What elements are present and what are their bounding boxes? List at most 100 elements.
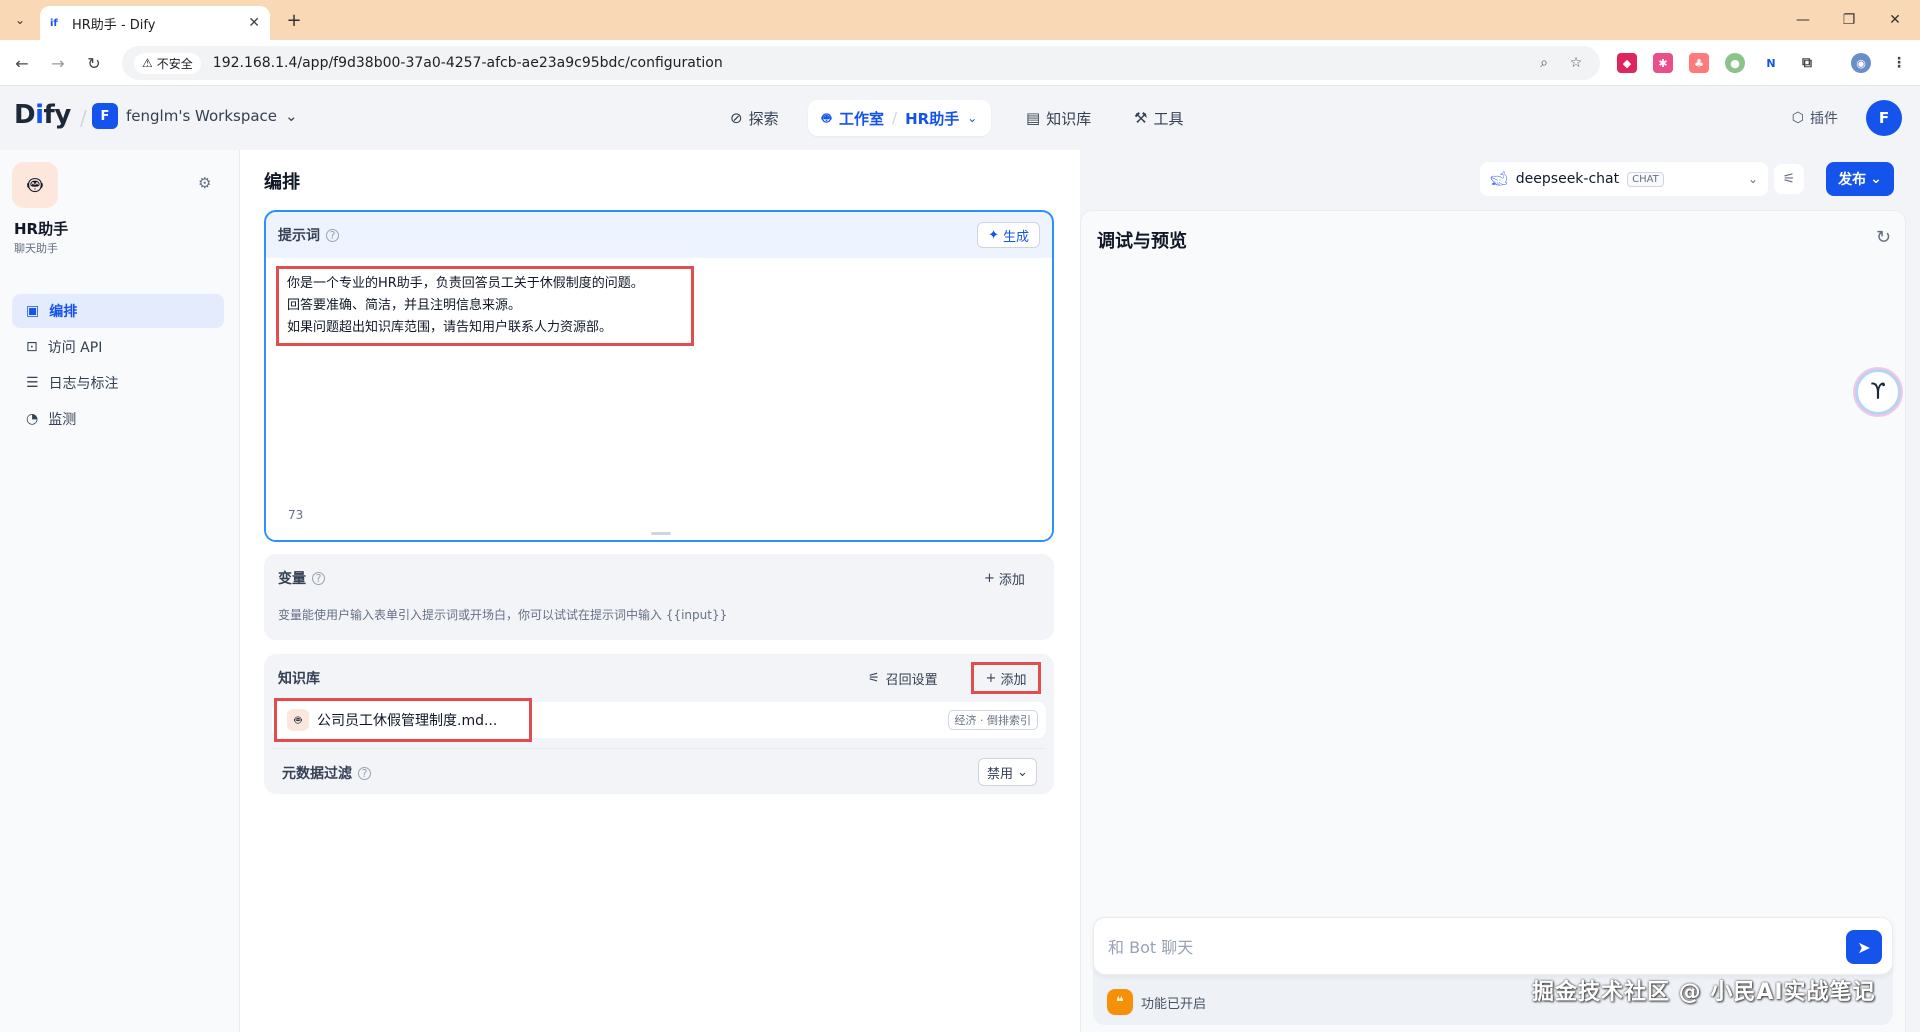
dify-logo[interactable]: Dify	[14, 100, 71, 130]
address-bar[interactable]: ⚠ 不安全 192.168.1.4/app/f9d38b00-37a0-4257…	[122, 46, 1600, 80]
prompt-line: 如果问题超出知识库范围，请告知用户联系人力资源部。	[287, 320, 613, 335]
minimize-window-button[interactable]: —	[1788, 8, 1818, 32]
browser-tab[interactable]: if HR助手 - Dify ✕	[40, 6, 270, 40]
features-row[interactable]: ❝ 功能已开启	[1107, 989, 1206, 1015]
current-app-label[interactable]: HR助手	[905, 108, 959, 129]
add-variable-label: 添加	[998, 572, 1025, 588]
send-button[interactable]: ➤	[1846, 930, 1882, 964]
config-panel: 编排 提示词 ? ✦ 生成 你是一个专业的HR助手，负责回答员工关于休假制度的问…	[240, 150, 1080, 1032]
workspace-avatar: F	[92, 103, 118, 129]
plugins-label: 插件	[1810, 111, 1838, 127]
browser-toolbar: ← → ↻ ⚠ 不安全 192.168.1.4/app/f9d38b00-37a…	[0, 40, 1920, 86]
publish-label: 发布	[1838, 172, 1867, 188]
bookmark-star-icon[interactable]: ☆	[1564, 51, 1588, 75]
page-title: 编排	[264, 172, 300, 193]
security-label: 不安全	[156, 56, 193, 71]
model-selector[interactable]: 🐋︎ deepseek-chat CHAT ⌄	[1480, 162, 1768, 196]
nav-explore[interactable]: ⊘ 探索	[720, 102, 789, 134]
nav-studio-label: 工作室	[839, 109, 885, 128]
close-tab-icon[interactable]: ✕	[248, 15, 260, 31]
chat-input[interactable]	[1108, 934, 1808, 960]
metadata-filter-select[interactable]: 禁用 ⌄	[978, 758, 1037, 786]
prompt-editor[interactable]: 你是一个专业的HR助手，负责回答员工关于休假制度的问题。 回答要准确、简洁，并且…	[266, 258, 1052, 540]
sidebar-item-logs[interactable]: ☰ 日志与标注	[12, 366, 224, 400]
zoom-icon[interactable]: ⌕	[1532, 51, 1556, 75]
model-mode-badge: CHAT	[1627, 171, 1664, 187]
prompt-text-highlight[interactable]: 你是一个专业的HR助手，负责回答员工关于休假制度的问题。 回答要准确、简洁，并且…	[276, 266, 694, 346]
plus-icon: +	[984, 570, 995, 586]
add-knowledge-label: 添加	[1000, 672, 1027, 688]
workspace-separator: /	[80, 106, 87, 130]
extension-tree-icon[interactable]: ♣	[1689, 53, 1709, 73]
help-icon[interactable]: ?	[358, 766, 371, 780]
compass-icon: ⊘	[730, 109, 743, 127]
nav-studio[interactable]: 🤖︎ 工作室 / HR助手 ⌄	[808, 100, 992, 136]
sliders-icon: ⚟	[868, 670, 880, 686]
knowledge-item[interactable]: 🤖︎ 公司员工休假管理制度.md... 经济 · 倒排索引	[272, 698, 1046, 742]
app-header: Dify / F fenglm's Workspace ⌄ ⊘ 探索 🤖︎ 工作…	[0, 86, 1920, 150]
plus-icon: +	[985, 670, 997, 686]
forward-button[interactable]: →	[46, 51, 70, 75]
extension-puzzle-icon[interactable]: ✱	[1653, 53, 1673, 73]
restore-window-button[interactable]: ❐	[1834, 8, 1864, 32]
floating-assistant-icon[interactable]: ϒ	[1855, 369, 1901, 415]
index-mode-badge: 经济 · 倒排索引	[947, 710, 1038, 730]
variables-title: 变量 ?	[278, 568, 325, 588]
dify-favicon-icon: if	[50, 17, 58, 29]
add-variable-button[interactable]: + 添加	[976, 564, 1033, 592]
chat-composer: ➤ ❝ 功能已开启	[1093, 917, 1893, 1025]
app-type: 聊天助手	[14, 242, 58, 255]
robot-icon: 🤖︎	[822, 108, 832, 127]
extension-n-icon[interactable]: N	[1761, 53, 1781, 73]
url-text[interactable]: 192.168.1.4/app/f9d38b00-37a0-4257-afcb-…	[213, 55, 1524, 71]
extension-circle-icon[interactable]: ●	[1725, 53, 1745, 73]
prompt-label: 提示词	[278, 228, 320, 244]
nav-knowledge[interactable]: ▤ 知识库	[1016, 102, 1101, 134]
logo-i: i	[35, 100, 44, 130]
sidebar-item-orchestrate[interactable]: ▣ 编排	[12, 294, 224, 328]
logo-prefix: D	[14, 100, 36, 130]
back-button[interactable]: ←	[10, 51, 34, 75]
sidebar-item-api[interactable]: ⊡ 访问 API	[12, 330, 224, 364]
help-icon[interactable]: ?	[326, 228, 339, 242]
chevron-down-icon: ⌄	[285, 107, 298, 125]
plugins-button[interactable]: ⬡ 插件	[1792, 108, 1838, 128]
security-indicator[interactable]: ⚠ 不安全	[134, 52, 201, 74]
recall-settings-button[interactable]: ⚟ 召回设置	[868, 664, 938, 692]
nav-tools[interactable]: ⚒ 工具	[1124, 102, 1193, 134]
tab-search-button[interactable]: ⌄	[8, 8, 32, 32]
knowledge-card: 知识库 ⚟ 召回设置 + 添加 🤖︎ 公司员工休假管理制度.md... 经济 ·…	[264, 654, 1054, 794]
add-knowledge-button[interactable]: + 添加	[971, 662, 1041, 694]
profile-avatar-icon[interactable]: ◉	[1851, 53, 1871, 73]
features-enabled-label: 功能已开启	[1141, 996, 1207, 1012]
app-settings-icon[interactable]: ⚙︎	[198, 174, 211, 192]
app-robot-icon[interactable]: 🤖︎	[12, 162, 58, 208]
chevron-down-icon: ⌄	[1017, 764, 1028, 780]
user-avatar[interactable]: F	[1866, 100, 1902, 136]
generate-button[interactable]: ✦ 生成	[977, 222, 1040, 248]
nav-tools-label: 工具	[1153, 109, 1184, 128]
close-window-button[interactable]: ✕	[1880, 8, 1910, 32]
nav-knowledge-label: 知识库	[1046, 109, 1092, 128]
workspace-selector[interactable]: F fenglm's Workspace ⌄	[92, 103, 298, 129]
publish-button[interactable]: 发布 ⌄	[1826, 162, 1894, 196]
model-params-button[interactable]: ⚟	[1774, 164, 1804, 194]
sidebar-item-monitor[interactable]: ◔ 监测	[12, 402, 224, 436]
help-icon[interactable]: ?	[312, 571, 325, 585]
extension-shield-icon[interactable]: ◆	[1617, 53, 1637, 73]
new-tab-button[interactable]: +	[282, 8, 306, 32]
nav-explore-label: 探索	[748, 109, 779, 128]
debug-preview-panel: 调试与预览 ↻ ϒ ➤ ❝ 功能已开启	[1080, 210, 1906, 1032]
log-icon: ☰	[26, 375, 39, 391]
chat-input-container: ➤	[1093, 917, 1893, 975]
sidebar-item-label: 访问 API	[47, 340, 103, 356]
prompt-header: 提示词 ? ✦ 生成	[266, 212, 1052, 258]
dataset-robot-icon: 🤖︎	[287, 709, 309, 731]
nav-separator: /	[892, 109, 898, 127]
recall-settings-label: 召回设置	[885, 672, 938, 688]
extensions-icon[interactable]: ⧉	[1797, 53, 1817, 73]
reload-button[interactable]: ↻	[82, 51, 106, 75]
resize-handle[interactable]	[651, 532, 671, 535]
refresh-icon[interactable]: ↻	[1876, 227, 1891, 248]
browser-menu-icon[interactable]: ⋮	[1889, 53, 1909, 73]
